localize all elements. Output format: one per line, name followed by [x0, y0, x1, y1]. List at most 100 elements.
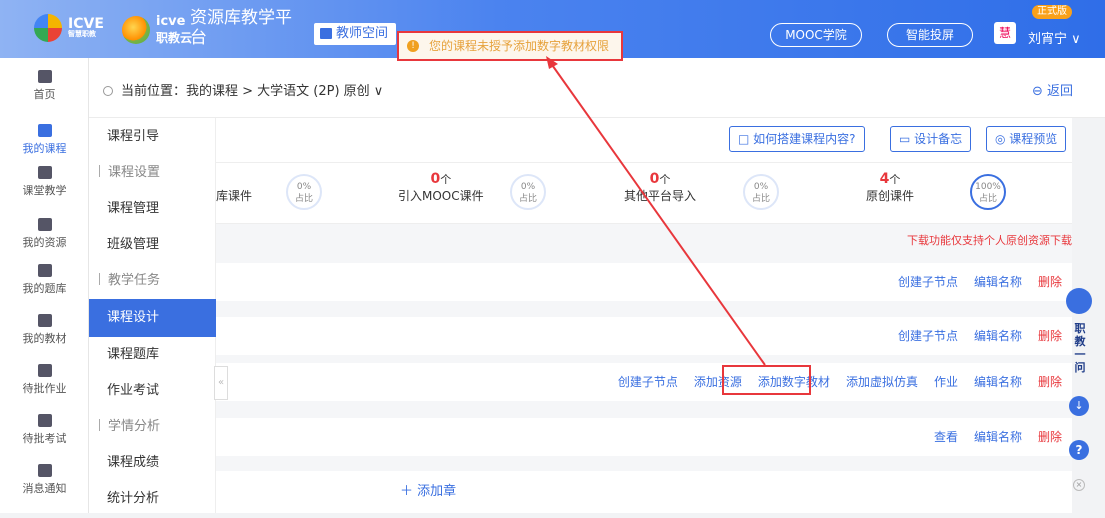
- stat-unit: 个: [659, 173, 671, 186]
- nav-exams[interactable]: 待批考试: [0, 414, 89, 446]
- submenu-course-design[interactable]: 课程设计: [89, 299, 216, 337]
- stat-label: 其他平台导入: [624, 189, 697, 203]
- download-icon[interactable]: ↓: [1069, 396, 1089, 416]
- zjy-logo[interactable]: icve 职教云: [122, 14, 192, 46]
- stat-pct: 100%: [975, 182, 1001, 192]
- smart-screen-button[interactable]: 智能投屏: [887, 23, 973, 47]
- create-child-link[interactable]: 创建子节点: [898, 329, 958, 343]
- delete-link[interactable]: 删除: [1038, 430, 1062, 444]
- nav-label: 待批考试: [22, 432, 67, 445]
- submenu-class-manage[interactable]: 班级管理: [89, 226, 216, 264]
- nav-my-courses[interactable]: 我的课程: [0, 124, 89, 156]
- nav-messages[interactable]: 消息通知: [0, 464, 89, 496]
- submenu-question-bank[interactable]: 课程题库: [89, 336, 216, 374]
- site-title: 资源库教学平台: [190, 8, 292, 48]
- teacher-space-icon: [320, 28, 332, 39]
- homework-link[interactable]: 作业: [934, 375, 958, 389]
- ask-assistant-label[interactable]: 职教一问: [1070, 322, 1090, 374]
- rename-link[interactable]: 编辑名称: [974, 430, 1022, 444]
- course-design-panel: □ 如何搭建课程内容? ▭ 设计备忘 ◎ 课程预览 库课件 0% 占比 0个 引入M…: [216, 118, 1072, 513]
- nav-label: 首页: [33, 88, 56, 101]
- submenu-group-tasks: 教学任务: [89, 262, 216, 300]
- help-icon[interactable]: ?: [1069, 440, 1089, 460]
- courseware-stats: 库课件 0% 占比 0个 引入MOOC课件 0% 占比 0个 其他平台导入 0% 占比 4…: [216, 162, 1072, 224]
- stat-pct: 0%: [520, 182, 536, 192]
- stat-pct-label: 占比: [518, 194, 537, 204]
- version-badge: 正式版: [1032, 5, 1072, 19]
- rename-link[interactable]: 编辑名称: [974, 275, 1022, 289]
- create-child-link[interactable]: 创建子节点: [618, 375, 678, 389]
- nav-homework[interactable]: 待批作业: [0, 364, 89, 396]
- stat-pct: 0%: [753, 182, 769, 192]
- home-icon: [37, 70, 52, 83]
- back-button[interactable]: ⊖ 返回: [1032, 80, 1073, 99]
- chapter-row: 创建子节点 编辑名称 删除: [216, 263, 1072, 301]
- icve-logo-icon: [34, 14, 62, 42]
- mooc-button[interactable]: MOOC学院: [770, 23, 862, 47]
- nav-label: 我的课程: [22, 142, 67, 155]
- avatar[interactable]: 慧: [994, 22, 1016, 44]
- nav-label: 我的教材: [22, 332, 67, 345]
- memo-label: 设计备忘: [914, 132, 963, 146]
- course-preview-button[interactable]: ◎ 课程预览: [986, 126, 1067, 152]
- view-link[interactable]: 查看: [934, 430, 958, 444]
- exam-icon: [37, 414, 52, 427]
- delete-link[interactable]: 删除: [1038, 375, 1062, 389]
- resources-icon: [37, 218, 52, 231]
- message-icon: [37, 464, 52, 477]
- warning-text: 您的课程未授予添加数字教材权限: [429, 39, 610, 53]
- delete-link[interactable]: 删除: [1038, 275, 1062, 289]
- submenu-grades[interactable]: 课程成绩: [89, 444, 216, 482]
- user-menu[interactable]: 刘宵宁 ∨: [1028, 28, 1081, 47]
- stat-pct-label: 占比: [294, 194, 313, 204]
- stat-num: 0: [649, 171, 660, 187]
- stat-ring: 0% 占比: [510, 174, 546, 210]
- close-icon[interactable]: ×: [1073, 479, 1085, 491]
- zjy-logo-icon: [122, 16, 150, 44]
- add-virtual-sim-link[interactable]: 添加虚拟仿真: [846, 375, 918, 389]
- nav-question-bank[interactable]: 我的题库: [0, 264, 89, 296]
- nav-label: 消息通知: [22, 482, 67, 495]
- stat-label: 原创课件: [866, 189, 915, 203]
- icve-logo[interactable]: ICVE 智慧职教: [34, 14, 104, 42]
- submenu-assignments[interactable]: 作业考试: [89, 372, 216, 410]
- submenu-course-manage[interactable]: 课程管理: [89, 190, 216, 228]
- nav-label: 课堂教学: [22, 184, 67, 197]
- main-sidebar: 首页 我的课程 课堂教学 我的资源 我的题库 我的教材 待批作业 待批考试 消息…: [0, 58, 89, 513]
- warning-icon: !: [407, 40, 419, 52]
- stat-other-platform: 0个其他平台导入: [624, 171, 696, 204]
- rename-link[interactable]: 编辑名称: [974, 375, 1022, 389]
- stat-label: 库课件: [216, 189, 253, 203]
- breadcrumb: 当前位置：我的课程 > 大学语文 (2P) 原创 ∨ ⊖ 返回: [89, 58, 1105, 118]
- robot-icon[interactable]: [1066, 288, 1092, 314]
- nav-classroom[interactable]: 课堂教学: [0, 166, 89, 198]
- stat-pct-label: 占比: [751, 194, 770, 204]
- download-hint: 下载功能仅支持个人原创资源下载: [907, 234, 1072, 247]
- stat-ring: 0% 占比: [743, 174, 779, 210]
- nav-resources[interactable]: 我的资源: [0, 218, 89, 250]
- stat-ring: 100% 占比: [970, 174, 1006, 210]
- stat-mooc: 0个 引入MOOC课件: [398, 171, 484, 204]
- create-child-link[interactable]: 创建子节点: [898, 275, 958, 289]
- delete-link[interactable]: 删除: [1038, 329, 1062, 343]
- stat-unit: 个: [440, 173, 452, 186]
- design-memo-button[interactable]: ▭ 设计备忘: [890, 126, 972, 152]
- logo2-title: icve: [156, 14, 186, 29]
- how-to-build-button[interactable]: □ 如何搭建课程内容?: [729, 126, 865, 152]
- memo-icon: ▭: [899, 132, 915, 146]
- nav-textbooks[interactable]: 我的教材: [0, 314, 89, 346]
- resource-row: 查看 编辑名称 删除: [216, 418, 1072, 456]
- collapse-submenu-button[interactable]: «: [214, 366, 228, 400]
- submenu-statistics[interactable]: 统计分析: [89, 480, 216, 518]
- nav-home[interactable]: 首页: [0, 70, 89, 102]
- course-submenu: 课程引导 课程设置 课程管理 班级管理 教学任务 课程设计 课程题库 作业考试 …: [89, 118, 216, 513]
- chapter-row: 创建子节点 编辑名称 删除: [216, 317, 1072, 355]
- rename-link[interactable]: 编辑名称: [974, 329, 1022, 343]
- nav-label: 我的题库: [22, 282, 67, 295]
- teacher-space-button[interactable]: 教师空间: [314, 23, 397, 45]
- floating-toolbar: 职教一问 ↓ ?: [1062, 270, 1096, 470]
- add-chapter-button[interactable]: ＋ 添加章: [216, 471, 1072, 513]
- submenu-course-guide[interactable]: 课程引导: [89, 118, 216, 156]
- question-bank-icon: [37, 264, 52, 277]
- breadcrumb-path[interactable]: 当前位置：我的课程 > 大学语文 (2P) 原创 ∨: [103, 80, 383, 99]
